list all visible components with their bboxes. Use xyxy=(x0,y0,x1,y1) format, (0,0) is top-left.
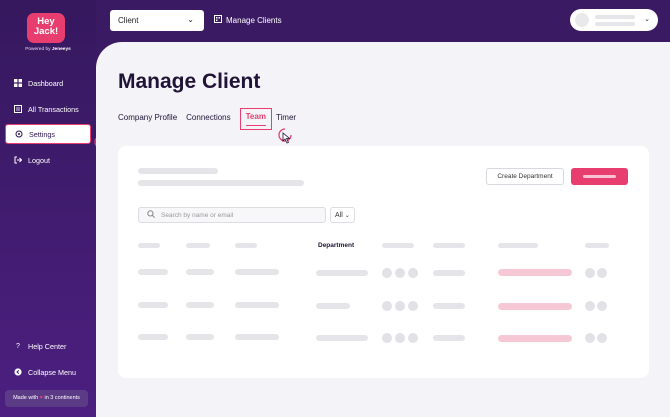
user-menu[interactable]: ⌄ xyxy=(570,9,658,31)
heart-icon: ♥ xyxy=(39,395,43,401)
client-select[interactable]: Client ⌄ xyxy=(110,10,204,31)
search-input[interactable]: Search by name or email xyxy=(138,207,326,223)
heyjack-logo[interactable]: Hey Jack! xyxy=(27,13,65,43)
manage-clients-label: Manage Clients xyxy=(226,15,282,25)
chevron-down-icon: ⌄ xyxy=(187,15,194,24)
client-select-value: Client xyxy=(118,16,139,25)
tab-company-profile[interactable]: Company Profile xyxy=(118,113,177,130)
header-placeholder xyxy=(433,243,465,248)
tab-team[interactable]: Team xyxy=(239,108,272,130)
create-department-button[interactable]: Create Department xyxy=(486,168,564,185)
question-icon: ? xyxy=(16,342,20,350)
sidebar-item-logout[interactable]: Logout xyxy=(5,150,91,170)
sidebar: Hey Jack! Powered by Jeneeys Dashboard A… xyxy=(0,0,108,417)
search-icon xyxy=(147,210,155,220)
team-card: Create Department Search by name or emai… xyxy=(118,146,649,378)
search-placeholder: Search by name or email xyxy=(161,211,234,219)
manage-clients-link[interactable]: Manage Clients xyxy=(214,15,282,25)
sidebar-item-label: Logout xyxy=(28,155,50,165)
sidebar-item-label: Help Center xyxy=(28,341,67,351)
header-placeholder xyxy=(382,243,414,248)
subtitle-placeholder xyxy=(138,180,304,186)
sidebar-item-help-center[interactable]: ? Help Center xyxy=(5,336,91,356)
sidebar-item-dashboard[interactable]: Dashboard xyxy=(5,73,91,93)
user-name-placeholder xyxy=(595,15,635,19)
sidebar-item-collapse-menu[interactable]: Collapse Menu xyxy=(5,362,91,382)
primary-action-button[interactable] xyxy=(571,168,628,185)
sidebar-item-label: Dashboard xyxy=(28,78,64,88)
user-role-placeholder xyxy=(595,22,635,26)
chevron-down-icon: ⌄ xyxy=(344,212,350,219)
grid-icon xyxy=(14,79,22,87)
sidebar-item-settings[interactable]: Settings xyxy=(5,124,91,144)
header-placeholder xyxy=(138,243,160,248)
building-icon xyxy=(214,15,222,25)
top-bar: Client ⌄ Manage Clients ⌄ xyxy=(96,0,670,42)
main-content: Manage Client Company Profile Connection… xyxy=(96,42,670,417)
tab-connections[interactable]: Connections xyxy=(186,113,230,130)
title-placeholder xyxy=(138,168,218,174)
filter-select[interactable]: All ⌄ xyxy=(330,207,355,223)
chevron-down-icon: ⌄ xyxy=(644,16,650,23)
avatar xyxy=(575,13,589,27)
powered-by-brand: Jeneeys xyxy=(51,47,71,52)
sidebar-item-all-transactions[interactable]: All Transactions xyxy=(5,99,91,119)
logo-line-2: Jack! xyxy=(33,26,59,37)
filter-value: All xyxy=(335,211,343,219)
header-placeholder xyxy=(498,243,538,248)
header-placeholder xyxy=(585,243,609,248)
header-placeholder xyxy=(235,243,257,248)
collapse-icon xyxy=(14,368,22,376)
list-icon xyxy=(14,105,22,113)
logout-icon xyxy=(14,156,22,164)
page-title: Manage Client xyxy=(118,70,261,93)
made-with-badge: Made with ♥ in 3 continents xyxy=(5,390,88,407)
department-column-header: Department xyxy=(318,242,355,249)
powered-by: Powered by Jeneeys xyxy=(25,47,71,52)
click-cursor-icon xyxy=(278,128,292,144)
gear-icon xyxy=(15,130,23,138)
sidebar-item-label: Collapse Menu xyxy=(28,367,76,377)
header-placeholder xyxy=(186,243,210,248)
sidebar-item-label: All Transactions xyxy=(28,104,79,114)
sidebar-item-label: Settings xyxy=(29,129,55,139)
